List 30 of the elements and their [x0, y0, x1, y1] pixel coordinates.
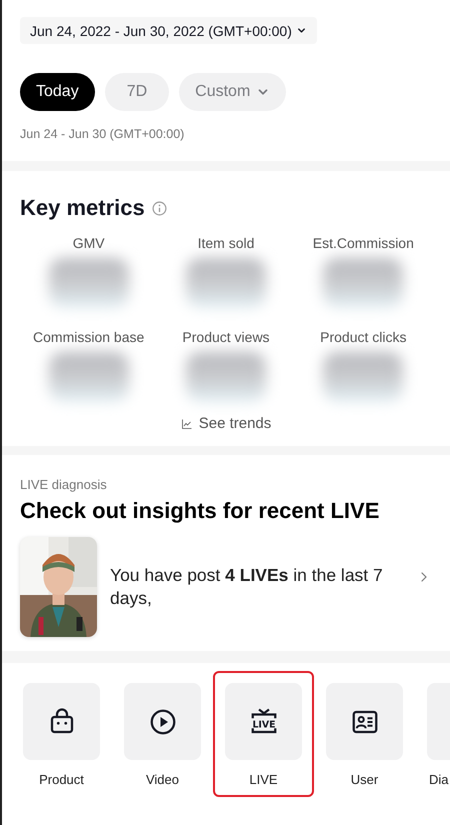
shortcut-label: Video	[146, 772, 179, 787]
section-title: Check out insights for recent LIVE	[20, 498, 380, 524]
date-range-dropdown[interactable]: Jun 24, 2022 - Jun 30, 2022 (GMT+00:00)	[20, 17, 317, 44]
shortcut-label: User	[350, 772, 378, 787]
metric-label: Product clicks	[320, 329, 406, 345]
shortcut-item[interactable]: User	[314, 671, 415, 797]
metric-label: Product views	[182, 329, 270, 345]
insight-text: You have post 4 LIVEs in the last 7 days,	[110, 564, 384, 610]
shortcut-item[interactable]: Dia	[415, 671, 450, 797]
info-icon[interactable]	[150, 200, 168, 216]
section-label: LIVE diagnosis	[20, 477, 108, 492]
see-trends-link[interactable]: See trends	[20, 415, 432, 432]
section-title: Key metrics	[20, 195, 145, 221]
metric-label: Item sold	[198, 235, 254, 251]
shortcut-label: Product	[39, 772, 84, 787]
metric-label: Commission base	[33, 329, 144, 345]
period-tab[interactable]: Today	[20, 73, 95, 111]
period-tab[interactable]: 7D	[104, 73, 170, 111]
shortcut-label: LIVE	[249, 772, 278, 787]
metric-label: Est.Commission	[312, 235, 414, 251]
shortcut-item[interactable]: LIVE LIVE	[213, 671, 314, 797]
shortcut-item[interactable]: Product	[11, 671, 112, 797]
period-tab[interactable]: Custom	[179, 73, 286, 111]
shortcut-label: Dia	[428, 772, 449, 787]
play-icon	[148, 706, 178, 736]
shortcut-item[interactable]: Video	[112, 671, 213, 797]
date-range-text: Jun 24 - Jun 30 (GMT+00:00)	[20, 127, 186, 141]
trend-chart-icon	[180, 418, 193, 430]
metric-label: GMV	[72, 235, 105, 251]
insight-card[interactable]: You have post 4 LIVEs in the last 7 days,	[20, 537, 432, 637]
